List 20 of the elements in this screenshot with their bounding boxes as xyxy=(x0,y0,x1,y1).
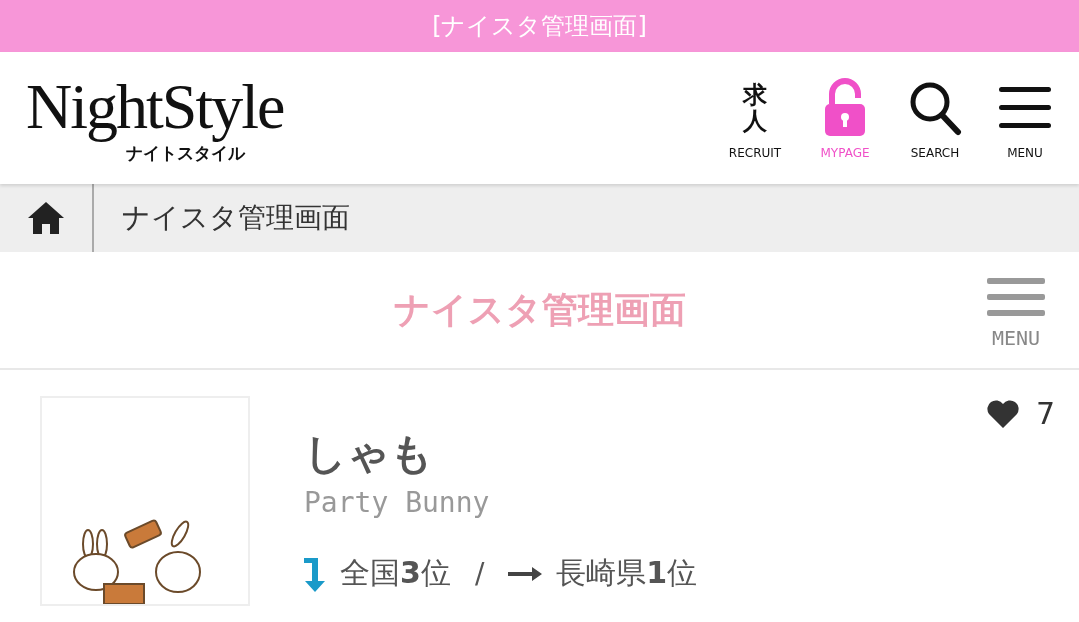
profile-name: しゃも xyxy=(304,428,434,480)
home-icon xyxy=(26,200,66,236)
page-title: ナイスタ管理画面 xyxy=(393,287,686,332)
site-logo[interactable]: NightStyle ナイトスタイル xyxy=(26,74,284,162)
breadcrumb-item: ナイスタ管理画面 xyxy=(121,200,350,236)
recruit-nav-button[interactable]: 求人 RECRUIT xyxy=(717,76,793,160)
menu-icon xyxy=(999,85,1051,131)
menu-nav-button[interactable]: MENU xyxy=(987,76,1063,160)
shop-name: Party Bunny xyxy=(304,486,491,519)
right-arrow-icon xyxy=(508,566,543,581)
admin-title: [ナイスタ管理画面] xyxy=(432,11,647,42)
menu-button[interactable]: MENU xyxy=(987,278,1045,350)
menu-icon xyxy=(987,278,1045,318)
rank-separator: / xyxy=(474,557,485,590)
search-icon xyxy=(908,80,962,136)
rank-text: 長崎県1位 xyxy=(556,554,698,592)
heart-icon xyxy=(985,398,1020,429)
search-nav-button[interactable]: SEARCH xyxy=(897,76,973,160)
likes-count: 7 xyxy=(1035,396,1055,431)
rank-text: 全国3位 xyxy=(340,554,451,592)
